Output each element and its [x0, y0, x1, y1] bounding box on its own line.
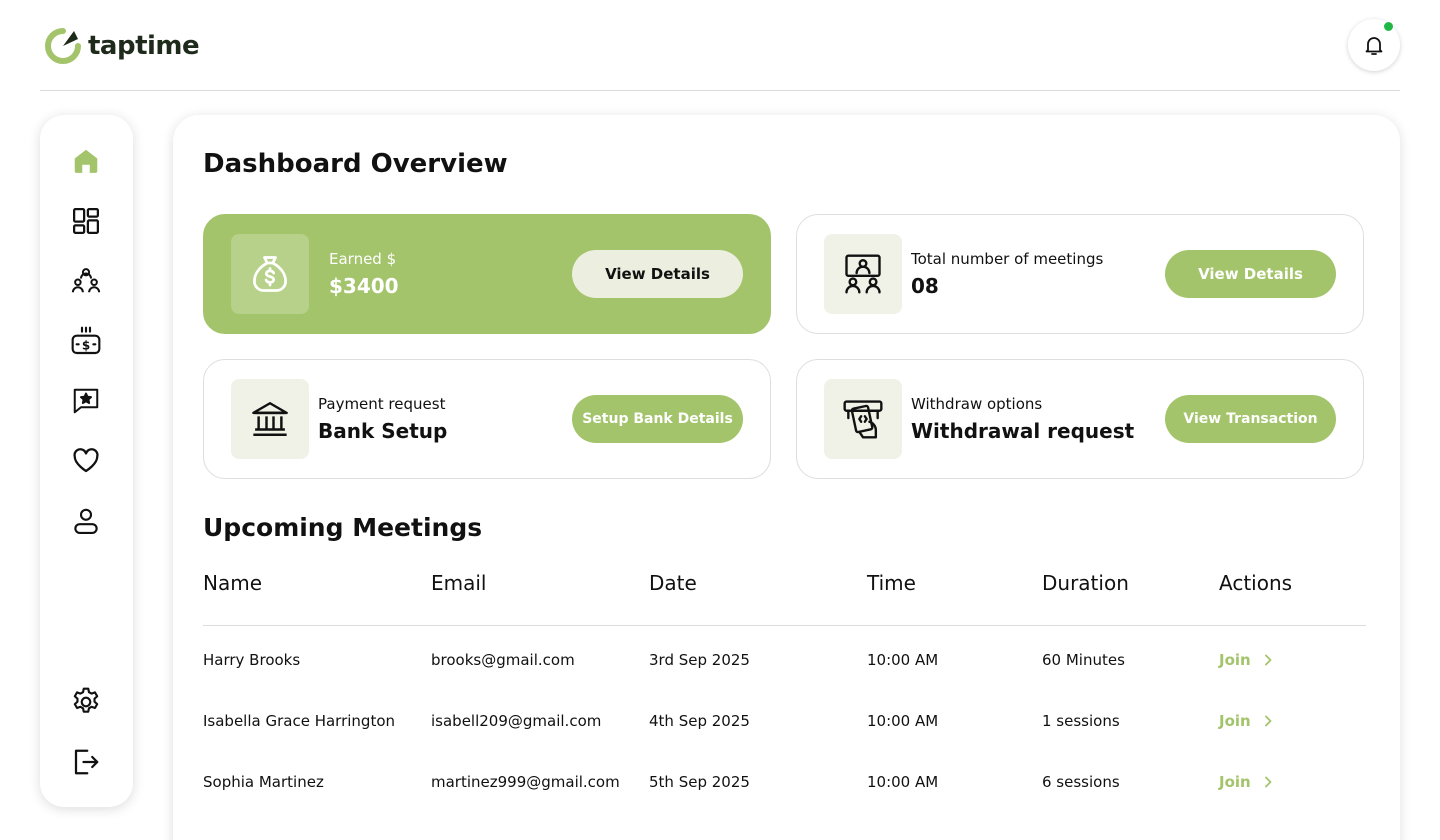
notification-button[interactable]	[1348, 19, 1400, 71]
chevron-right-icon	[1264, 715, 1272, 727]
table-header-divider	[203, 625, 1366, 626]
column-header-actions: Actions	[1219, 571, 1293, 595]
cell-time: 10:00 AM	[867, 712, 939, 730]
cell-duration: 60 Minutes	[1042, 651, 1125, 669]
top-header: taptime	[40, 0, 1400, 91]
meeting-icon	[845, 254, 881, 294]
users-group-icon	[71, 268, 101, 293]
cell-date: 3rd Sep 2025	[649, 651, 750, 669]
user-profile-icon	[74, 508, 98, 534]
logout-icon	[74, 749, 99, 775]
card-value: 08	[911, 274, 939, 298]
nav-settings[interactable]	[70, 686, 102, 718]
svg-text:$: $	[82, 339, 90, 353]
join-meeting-link[interactable]: Join	[1219, 712, 1273, 730]
upcoming-meetings-title: Upcoming Meetings	[203, 513, 483, 542]
cell-duration: 6 sessions	[1042, 773, 1120, 791]
view-earnings-details-button[interactable]: View Details	[572, 250, 743, 298]
page-title: Dashboard Overview	[203, 149, 508, 179]
cell-date: 4th Sep 2025	[649, 712, 750, 730]
setup-bank-details-button[interactable]: Setup Bank Details	[572, 395, 743, 443]
nav-profile[interactable]	[70, 505, 102, 537]
column-header-email: Email	[431, 571, 487, 595]
card-label: Withdraw options	[911, 395, 1043, 413]
cell-duration: 1 sessions	[1042, 712, 1120, 730]
join-meeting-link[interactable]: Join	[1219, 651, 1273, 669]
sidebar: $	[40, 115, 133, 807]
column-header-duration: Duration	[1042, 571, 1129, 595]
column-header-date: Date	[649, 571, 697, 595]
dashboard-grid-icon	[73, 208, 99, 234]
column-header-name: Name	[203, 571, 263, 595]
join-label: Join	[1219, 651, 1251, 669]
main-panel: Dashboard Overview Earned $ $3400 View D…	[173, 115, 1400, 840]
heart-icon	[73, 448, 99, 473]
join-meeting-link[interactable]: Join	[1219, 773, 1273, 791]
cell-name: Isabella Grace Harrington	[203, 712, 396, 730]
cell-name: Harry Brooks	[203, 651, 301, 669]
nav-reviews[interactable]	[70, 385, 102, 417]
cell-email: isabell209@gmail.com	[431, 712, 602, 730]
cell-time: 10:00 AM	[867, 651, 939, 669]
chevron-right-icon	[1264, 776, 1272, 788]
card-label: Payment request	[318, 395, 446, 413]
column-header-time: Time	[867, 571, 916, 595]
withdraw-icon	[843, 400, 883, 439]
card-label: Total number of meetings	[911, 250, 1104, 268]
nav-dashboard[interactable]	[70, 205, 102, 237]
bank-setup-card: Payment request Bank Setup Setup Bank De…	[203, 359, 771, 479]
nav-favorites[interactable]	[70, 445, 102, 477]
card-icon-box	[824, 234, 902, 314]
nav-clients[interactable]	[70, 265, 102, 297]
join-label: Join	[1219, 773, 1251, 791]
view-meetings-details-button[interactable]: View Details	[1165, 250, 1336, 298]
withdraw-card: Withdraw options Withdrawal request View…	[796, 359, 1364, 479]
cell-time: 10:00 AM	[867, 773, 939, 791]
card-value: Bank Setup	[318, 419, 448, 443]
settings-gear-icon	[73, 687, 99, 713]
logo-mark-icon	[45, 28, 81, 64]
nav-home[interactable]	[70, 145, 102, 177]
chevron-right-icon	[1264, 654, 1272, 666]
cell-name: Sophia Martinez	[203, 773, 324, 791]
join-label: Join	[1219, 712, 1251, 730]
home-icon	[74, 149, 98, 173]
nav-earnings[interactable]: $	[70, 325, 102, 357]
bank-icon	[252, 402, 288, 436]
app-logo[interactable]: taptime	[44, 27, 200, 65]
card-value: $3400	[329, 274, 399, 298]
meetings-card: Total number of meetings 08 View Details	[796, 214, 1364, 334]
cell-date: 5th Sep 2025	[649, 773, 750, 791]
dollar-wallet-icon: $	[71, 326, 101, 355]
star-message-icon	[73, 388, 99, 414]
view-transaction-button[interactable]: View Transaction	[1165, 395, 1336, 443]
card-label: Earned $	[329, 250, 397, 268]
card-icon-box	[231, 234, 309, 314]
logo-text: taptime	[88, 31, 200, 61]
card-icon-box	[824, 379, 902, 459]
bell-icon	[1365, 37, 1383, 55]
money-bag-icon	[253, 256, 287, 292]
cell-email: brooks@gmail.com	[431, 651, 575, 669]
card-value: Withdrawal request	[911, 419, 1135, 443]
notification-dot	[1383, 21, 1394, 32]
nav-logout[interactable]	[70, 746, 102, 778]
earnings-card: Earned $ $3400 View Details	[203, 214, 771, 334]
card-icon-box	[231, 379, 309, 459]
cell-email: martinez999@gmail.com	[431, 773, 620, 791]
